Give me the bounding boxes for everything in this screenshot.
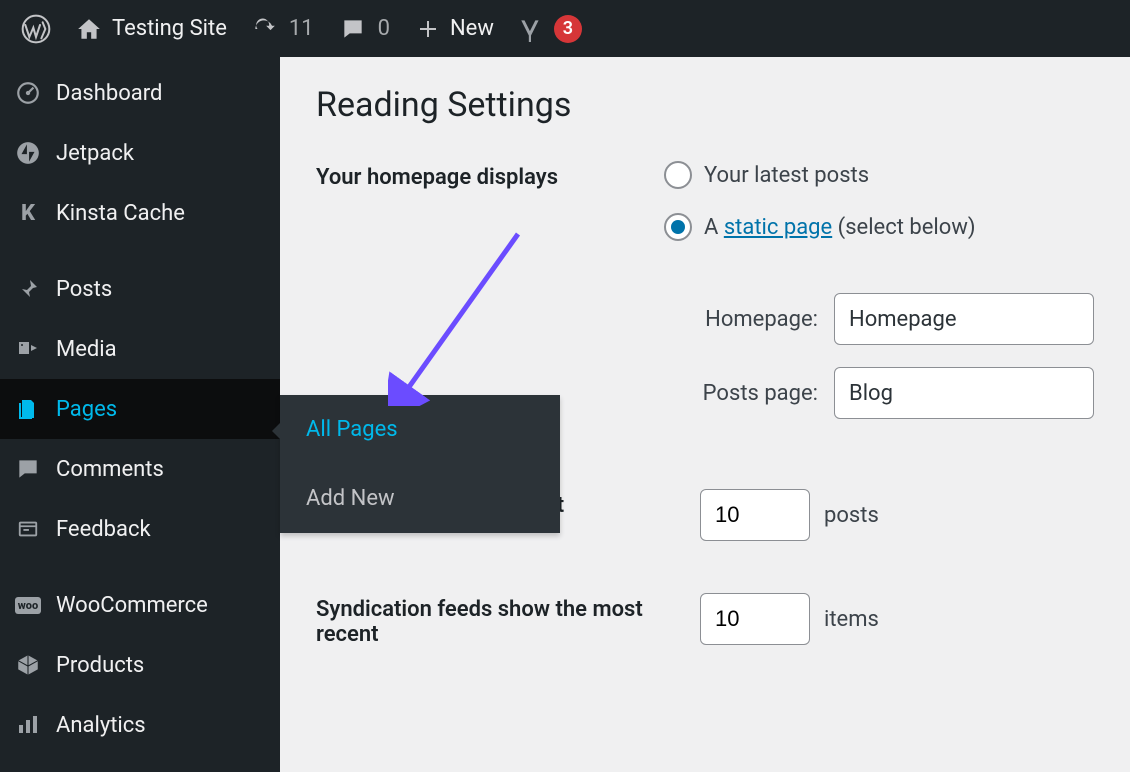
refresh-icon	[251, 16, 277, 42]
jetpack-icon	[14, 139, 42, 167]
homepage-displays-label: Your homepage displays	[316, 161, 664, 190]
posts-page-select-label: Posts page:	[690, 381, 818, 406]
menu-woocommerce[interactable]: wooWooCommerce	[0, 575, 280, 635]
yoast-item[interactable]: 3	[506, 0, 594, 57]
menu-analytics[interactable]: Analytics	[0, 695, 280, 755]
yoast-icon	[518, 16, 544, 42]
submenu-add-new[interactable]: Add New	[280, 464, 560, 533]
plus-icon	[416, 17, 440, 41]
site-home[interactable]: Testing Site	[64, 0, 239, 57]
analytics-icon	[14, 711, 42, 739]
home-icon	[76, 16, 102, 42]
blog-pages-suffix: posts	[824, 503, 879, 528]
pin-icon	[14, 275, 42, 303]
radio-static-page[interactable]	[664, 213, 692, 241]
kinsta-icon: K	[14, 199, 42, 227]
updates-count: 11	[289, 16, 314, 41]
site-title: Testing Site	[112, 16, 227, 41]
submenu-all-pages[interactable]: All Pages	[280, 395, 560, 464]
syndication-input[interactable]	[700, 593, 810, 645]
wordpress-logo-icon[interactable]	[8, 0, 64, 57]
products-icon	[14, 651, 42, 679]
radio-latest-posts[interactable]	[664, 161, 692, 189]
comments-count: 0	[378, 16, 390, 41]
menu-products[interactable]: Products	[0, 635, 280, 695]
dashboard-icon	[14, 79, 42, 107]
menu-posts[interactable]: Posts	[0, 259, 280, 319]
comments-icon	[14, 455, 42, 483]
new-label: New	[450, 16, 494, 41]
menu-separator	[0, 559, 280, 575]
comments-bubble[interactable]: 0	[328, 0, 404, 57]
menu-pages[interactable]: Pages	[0, 379, 280, 439]
posts-page-select[interactable]: Blog	[834, 367, 1094, 419]
menu-jetpack[interactable]: Jetpack	[0, 123, 280, 183]
homepage-select-label: Homepage:	[690, 307, 818, 332]
media-icon	[14, 335, 42, 363]
latest-posts-label: Your latest posts	[704, 163, 869, 188]
admin-toolbar: Testing Site 11 0 New 3	[0, 0, 1130, 57]
static-page-label: A static page (select below)	[704, 215, 976, 240]
new-content[interactable]: New	[404, 0, 506, 57]
syndication-label: Syndication feeds show the most recent	[316, 593, 700, 647]
comment-icon	[340, 16, 366, 42]
yoast-badge: 3	[554, 15, 582, 43]
pages-submenu: All Pages Add New	[280, 395, 560, 533]
blog-pages-input[interactable]	[700, 489, 810, 541]
woo-icon: woo	[14, 591, 42, 619]
menu-dashboard[interactable]: Dashboard	[0, 63, 280, 123]
menu-media[interactable]: Media	[0, 319, 280, 379]
pages-icon	[14, 395, 42, 423]
menu-feedback[interactable]: Feedback	[0, 499, 280, 559]
menu-comments[interactable]: Comments	[0, 439, 280, 499]
menu-kinsta[interactable]: KKinsta Cache	[0, 183, 280, 243]
syndication-suffix: items	[824, 607, 879, 632]
updates[interactable]: 11	[239, 0, 328, 57]
page-title: Reading Settings	[316, 85, 1094, 125]
homepage-select[interactable]: Homepage	[834, 293, 1094, 345]
admin-sidebar: Dashboard Jetpack KKinsta Cache Posts Me…	[0, 57, 280, 772]
static-page-link[interactable]: static page	[724, 215, 832, 240]
menu-separator	[0, 243, 280, 259]
feedback-icon	[14, 515, 42, 543]
